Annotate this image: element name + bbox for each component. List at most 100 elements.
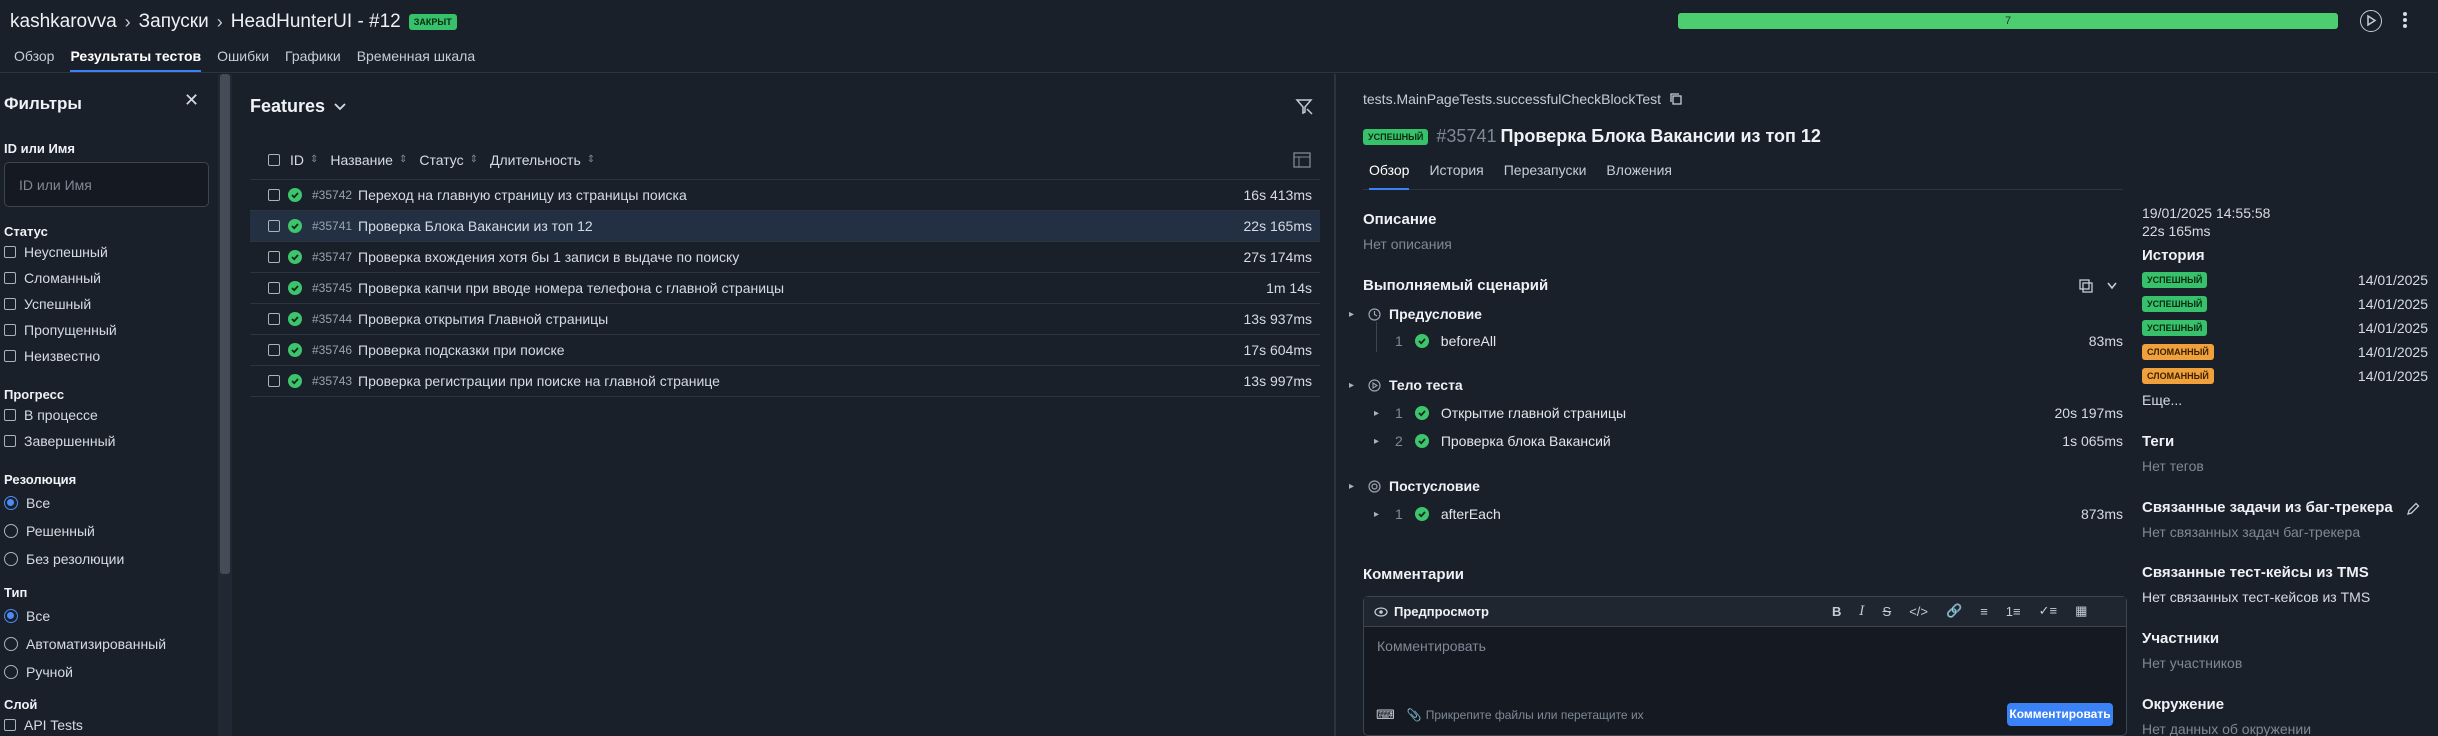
breadcrumb-launches[interactable]: Запуски <box>139 11 209 33</box>
status-option-unknown[interactable]: Неизвестно <box>4 347 117 365</box>
precondition-header[interactable]: ▸ Предусловие <box>1349 306 1482 322</box>
table-row[interactable]: #35741 Проверка Блока Вакансии из топ 12… <box>250 211 1320 242</box>
row-checkbox[interactable] <box>268 251 280 263</box>
paperclip-icon[interactable]: 📎 <box>1407 708 1422 722</box>
type-option-automated[interactable]: Автоматизированный <box>4 635 166 653</box>
comment-input[interactable] <box>1364 628 2126 688</box>
table-row[interactable]: #35746 Проверка подсказки при поиске 17s… <box>250 335 1320 366</box>
id-or-name-input[interactable] <box>4 162 209 207</box>
status-option-failed[interactable]: Неуспешный <box>4 243 117 261</box>
radio[interactable] <box>4 609 18 623</box>
layer-option-api-tests[interactable]: API Tests <box>4 716 83 734</box>
history-more-link[interactable]: Еще... <box>2142 392 2182 408</box>
chevron-down-icon[interactable] <box>2106 281 2118 291</box>
table-row[interactable]: #35747 Проверка вхождения хотя бы 1 запи… <box>250 242 1320 273</box>
table-row[interactable]: #35744 Проверка открытия Главной страниц… <box>250 304 1320 335</box>
table-row[interactable]: #35742 Переход на главную страницу из ст… <box>250 180 1320 211</box>
radio[interactable] <box>4 524 18 538</box>
markdown-icon[interactable]: ⌨ <box>1376 707 1395 723</box>
clear-filter-button[interactable] <box>1294 96 1314 116</box>
tab-overview[interactable]: Обзор <box>14 48 54 72</box>
history-item[interactable]: УСПЕШНЫЙ 14/01/2025 <box>2142 271 2428 289</box>
table-row[interactable]: #35745 Проверка капчи при вводе номера т… <box>250 273 1320 304</box>
expand-all-icon[interactable] <box>2078 278 2094 294</box>
step-row[interactable]: 1 beforeAll 83ms <box>1395 333 2123 349</box>
detail-tab-history[interactable]: История <box>1429 162 1483 189</box>
table-row[interactable]: #35743 Проверка регистрации при поиске н… <box>250 366 1320 397</box>
history-item[interactable]: СЛОМАННЫЙ 14/01/2025 <box>2142 367 2428 385</box>
progress-option-finished[interactable]: Завершенный <box>4 432 115 450</box>
checkbox[interactable] <box>4 435 16 447</box>
row-checkbox[interactable] <box>268 344 280 356</box>
history-item[interactable]: УСПЕШНЫЙ 14/01/2025 <box>2142 319 2428 337</box>
close-icon[interactable]: ✕ <box>184 90 199 111</box>
table-settings-icon[interactable] <box>1292 151 1312 169</box>
checkbox[interactable] <box>4 272 16 284</box>
row-checkbox[interactable] <box>268 282 280 294</box>
numbered-list-icon[interactable]: 1≡ <box>2006 604 2021 619</box>
radio[interactable] <box>4 552 18 566</box>
detail-tab-retries[interactable]: Перезапуски <box>1504 162 1587 189</box>
status-option-passed[interactable]: Успешный <box>4 295 117 313</box>
copy-icon[interactable] <box>1669 92 1683 106</box>
col-name[interactable]: Название <box>330 152 393 168</box>
bold-icon[interactable]: B <box>1832 604 1841 619</box>
table-icon[interactable]: ▦ <box>2075 603 2087 619</box>
radio[interactable] <box>4 665 18 679</box>
radio[interactable] <box>4 637 18 651</box>
tab-errors[interactable]: Ошибки <box>217 48 269 72</box>
col-duration[interactable]: Длительность <box>490 152 581 168</box>
history-item[interactable]: УСПЕШНЫЙ 14/01/2025 <box>2142 295 2428 313</box>
checkbox[interactable] <box>4 298 16 310</box>
checkbox[interactable] <box>4 719 16 731</box>
row-checkbox[interactable] <box>268 220 280 232</box>
features-group-selector[interactable]: Features <box>250 96 347 117</box>
resolution-option-unresolved[interactable]: Без резолюции <box>4 550 124 568</box>
more-menu-button[interactable] <box>2395 8 2415 32</box>
link-icon[interactable]: 🔗 <box>1946 603 1962 619</box>
checkbox[interactable] <box>4 324 16 336</box>
row-checkbox[interactable] <box>268 375 280 387</box>
sort-icon[interactable]: ⇕ <box>470 154 478 165</box>
status-option-broken[interactable]: Сломанный <box>4 269 117 287</box>
history-item[interactable]: СЛОМАННЫЙ 14/01/2025 <box>2142 343 2428 361</box>
checklist-icon[interactable]: ✓≡ <box>2039 603 2057 619</box>
checkbox[interactable] <box>4 350 16 362</box>
step-row[interactable]: ▸ 1 afterEach 873ms <box>1374 506 2123 522</box>
tab-test-results[interactable]: Результаты тестов <box>70 48 202 72</box>
sort-icon[interactable]: ⇕ <box>399 154 407 165</box>
checkbox[interactable] <box>4 409 16 421</box>
breadcrumb-project[interactable]: kashkarovva <box>10 11 117 33</box>
sort-icon[interactable]: ⇕ <box>310 154 318 165</box>
resolution-option-resolved[interactable]: Решенный <box>4 522 124 540</box>
sort-icon[interactable]: ⇕ <box>587 154 595 165</box>
detail-tab-attachments[interactable]: Вложения <box>1606 162 1672 189</box>
rerun-button[interactable] <box>2360 10 2382 32</box>
postcondition-header[interactable]: ▸ Постусловие <box>1349 478 1480 494</box>
sidebar-scrollbar-thumb[interactable] <box>220 74 230 574</box>
italic-icon[interactable]: I <box>1859 604 1864 619</box>
type-option-all[interactable]: Все <box>4 607 166 625</box>
edit-icon[interactable] <box>2405 501 2421 517</box>
detail-tab-overview[interactable]: Обзор <box>1369 162 1410 190</box>
step-row[interactable]: ▸ 1 Открытие главной страницы 20s 197ms <box>1374 405 2123 421</box>
strikethrough-icon[interactable]: S <box>1883 604 1892 619</box>
select-all-checkbox[interactable] <box>268 153 280 166</box>
step-row[interactable]: ▸ 2 Проверка блока Вакансий 1s 065ms <box>1374 433 2123 449</box>
status-option-skipped[interactable]: Пропущенный <box>4 321 117 339</box>
col-status[interactable]: Статус <box>419 152 463 168</box>
col-id[interactable]: ID <box>290 152 304 168</box>
tab-charts[interactable]: Графики <box>285 48 341 72</box>
row-checkbox[interactable] <box>268 313 280 325</box>
preview-toggle[interactable]: Предпросмотр <box>1374 604 1489 619</box>
bullet-list-icon[interactable]: ≡ <box>1980 604 1988 619</box>
type-option-manual[interactable]: Ручной <box>4 663 166 681</box>
test-body-header[interactable]: ▸ Тело теста <box>1349 377 1463 393</box>
radio[interactable] <box>4 496 18 510</box>
progress-option-in-progress[interactable]: В процессе <box>4 406 115 424</box>
attach-hint[interactable]: Прикрепите файлы или перетащите их <box>1426 708 1644 722</box>
code-icon[interactable]: </> <box>1909 604 1928 619</box>
row-checkbox[interactable] <box>268 189 280 201</box>
submit-comment-button[interactable]: Комментировать <box>2007 703 2113 726</box>
checkbox[interactable] <box>4 246 16 258</box>
